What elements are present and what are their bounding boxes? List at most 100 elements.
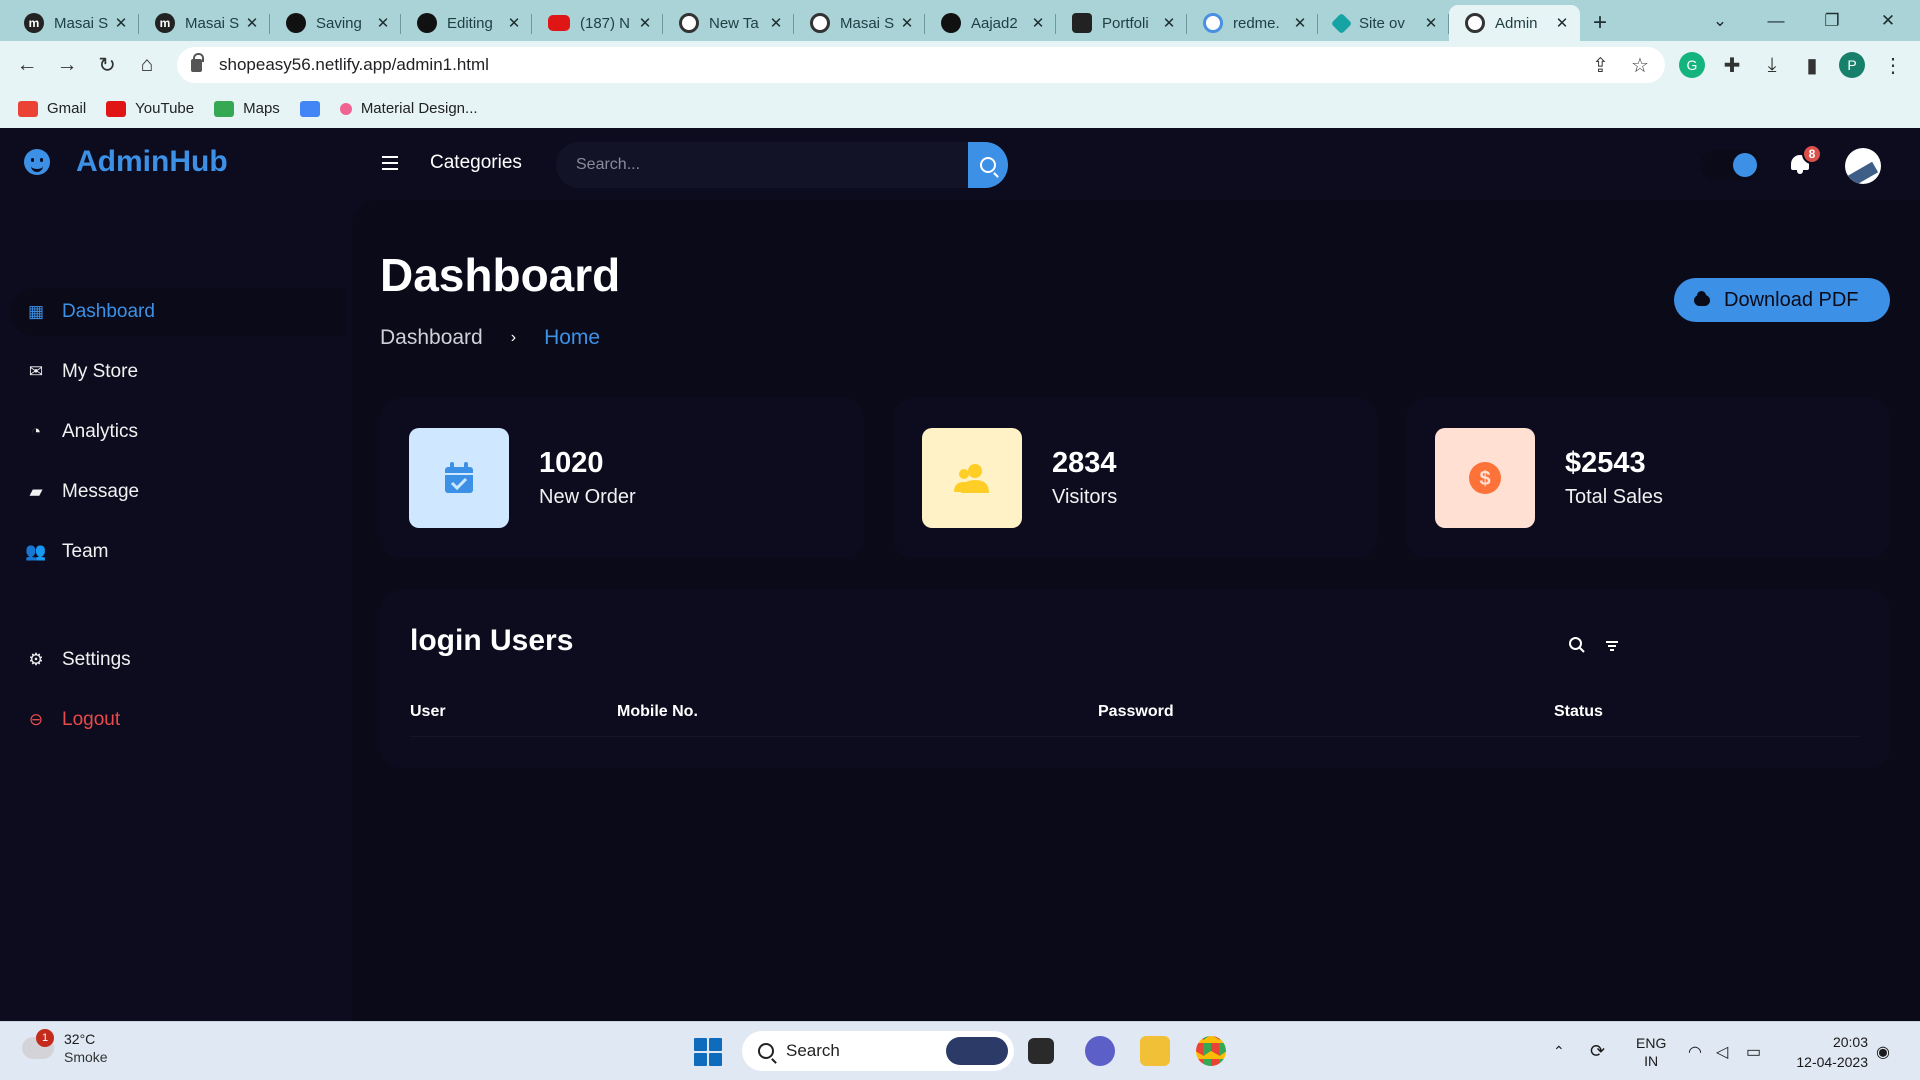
close-window-button[interactable]: ✕: [1860, 0, 1916, 41]
tab-title: Admin: [1495, 14, 1538, 32]
masai-favicon-icon: m: [24, 13, 44, 33]
sidebar-item-my-store[interactable]: ✉ My Store: [10, 348, 350, 396]
profile-avatar[interactable]: P: [1839, 52, 1865, 78]
bookmark-youtube[interactable]: YouTube: [106, 100, 194, 117]
avatar[interactable]: [1845, 148, 1881, 184]
forward-arrow-icon[interactable]: →: [47, 45, 87, 85]
brand[interactable]: AdminHub: [24, 145, 228, 179]
close-icon[interactable]: ✕: [1554, 14, 1570, 32]
browser-tab[interactable]: m Masai S ✕: [139, 5, 270, 41]
show-hidden-icons-chevron-icon[interactable]: ⌃: [1553, 1022, 1565, 1080]
wifi-icon[interactable]: ◠: [1688, 1022, 1702, 1080]
browser-tab[interactable]: Masai S ✕: [794, 5, 925, 41]
gear-icon: ⚙: [28, 650, 44, 669]
chrome-icon[interactable]: [1196, 1036, 1226, 1066]
close-icon[interactable]: ✕: [637, 14, 653, 32]
search-icon: [980, 157, 996, 173]
sync-icon[interactable]: ⟳: [1590, 1022, 1605, 1080]
task-view-icon[interactable]: [1028, 1038, 1054, 1064]
close-icon[interactable]: ✕: [899, 14, 915, 32]
browser-tab[interactable]: Saving ✕: [270, 5, 401, 41]
categories-link[interactable]: Categories: [430, 152, 522, 174]
sidebar-item-logout[interactable]: ⊖ Logout: [10, 696, 350, 744]
column-header-status[interactable]: Status: [1554, 703, 1603, 721]
weather-alert-badge: 1: [36, 1029, 54, 1047]
column-header-user[interactable]: User: [410, 703, 446, 721]
filter-line: [1608, 645, 1616, 647]
kebab-menu-icon[interactable]: ⋮: [1880, 52, 1906, 78]
file-explorer-icon[interactable]: [1140, 1036, 1170, 1066]
close-icon[interactable]: ✕: [113, 14, 129, 32]
browser-tab[interactable]: (187) N ✕: [532, 5, 663, 41]
bookmark-maps[interactable]: Maps: [214, 100, 280, 117]
sidebar: AdminHub ▦ Dashboard ✉ My Store ◔ Analyt…: [0, 128, 350, 1021]
dark-mode-toggle[interactable]: [1700, 150, 1760, 180]
teams-chat-icon[interactable]: [1085, 1036, 1115, 1066]
address-bar-row: ← → ↻ ⌂ shopeasy56.netlify.app/admin1.ht…: [0, 41, 1920, 89]
bookmark-label: YouTube: [135, 100, 195, 117]
close-icon[interactable]: ✕: [1030, 14, 1046, 32]
back-arrow-icon[interactable]: ←: [7, 45, 47, 85]
browser-tab-active[interactable]: Admin ✕: [1449, 5, 1580, 41]
close-icon[interactable]: ✕: [244, 14, 260, 32]
url-field[interactable]: shopeasy56.netlify.app/admin1.html ⇪ ☆: [177, 47, 1665, 83]
close-icon[interactable]: ✕: [768, 14, 784, 32]
new-tab-button[interactable]: +: [1580, 5, 1620, 41]
tab-search-chevron-icon[interactable]: ⌄: [1692, 0, 1748, 41]
sidebar-item-team[interactable]: 👥 Team: [10, 528, 350, 576]
bookmark-apps[interactable]: [299, 100, 320, 117]
speaker-icon[interactable]: ◁: [1716, 1022, 1728, 1080]
extensions-puzzle-icon[interactable]: ✚: [1719, 52, 1745, 78]
reload-icon[interactable]: ↻: [87, 45, 127, 85]
search-form: [556, 142, 1008, 188]
browser-tab[interactable]: Site ov ✕: [1318, 5, 1449, 41]
column-header-mobile[interactable]: Mobile No.: [617, 703, 698, 721]
battery-icon[interactable]: ▭: [1746, 1022, 1761, 1080]
tab-title: Aajad2: [971, 14, 1018, 32]
page-title: Dashboard: [380, 249, 621, 301]
taskbar-search[interactable]: Search: [742, 1031, 1014, 1071]
language-indicator[interactable]: ENG IN: [1636, 1022, 1666, 1080]
browser-tab[interactable]: redme. ✕: [1187, 5, 1318, 41]
system-clock[interactable]: 20:03 12-04-2023: [1784, 1032, 1868, 1072]
grammarly-icon[interactable]: G: [1679, 52, 1705, 78]
notification-center-icon[interactable]: ◉: [1876, 1022, 1890, 1080]
filter-icon[interactable]: [1606, 641, 1618, 651]
star-icon[interactable]: ☆: [1631, 53, 1649, 78]
browser-tab[interactable]: m Masai S ✕: [8, 5, 139, 41]
download-icon[interactable]: ⤓: [1759, 52, 1785, 78]
close-icon[interactable]: ✕: [1161, 14, 1177, 32]
menu-toggle-icon[interactable]: [382, 156, 398, 170]
close-icon[interactable]: ✕: [506, 14, 522, 32]
browser-tab[interactable]: New Ta ✕: [663, 5, 794, 41]
breadcrumb-item[interactable]: Dashboard: [380, 326, 483, 350]
table-search-icon[interactable]: [1568, 636, 1586, 654]
search-input[interactable]: [556, 156, 966, 174]
home-icon[interactable]: ⌂: [127, 45, 167, 85]
download-pdf-button[interactable]: Download PDF: [1674, 278, 1890, 322]
browser-tab[interactable]: Portfoli ✕: [1056, 5, 1187, 41]
bookmarks-bar: Gmail YouTube Maps Material Design...: [0, 89, 1920, 128]
minimize-button[interactable]: —: [1748, 0, 1804, 41]
url-text: shopeasy56.netlify.app/admin1.html: [219, 55, 489, 74]
browser-tab[interactable]: Aajad2 ✕: [925, 5, 1056, 41]
close-icon[interactable]: ✕: [1423, 14, 1439, 32]
close-icon[interactable]: ✕: [1292, 14, 1308, 32]
sidebar-item-dashboard[interactable]: ▦ Dashboard: [10, 288, 346, 336]
sidebar-item-message[interactable]: ▰ Message: [10, 468, 350, 516]
side-panel-icon[interactable]: ▮: [1799, 52, 1825, 78]
share-icon[interactable]: ⇪: [1592, 53, 1609, 78]
weather-widget[interactable]: 1 32°C Smoke: [22, 1029, 108, 1066]
breadcrumb-item-active[interactable]: Home: [544, 326, 600, 350]
close-icon[interactable]: ✕: [375, 14, 391, 32]
windows-start-icon[interactable]: [694, 1038, 722, 1066]
column-header-password[interactable]: Password: [1098, 703, 1174, 721]
bookmark-gmail[interactable]: Gmail: [18, 100, 86, 117]
search-button[interactable]: [968, 142, 1008, 188]
sidebar-item-analytics[interactable]: ◔ Analytics: [10, 408, 350, 456]
clock-time: 20:03: [1832, 1034, 1868, 1050]
sidebar-item-settings[interactable]: ⚙ Settings: [10, 636, 350, 684]
restore-button[interactable]: ❐: [1804, 0, 1860, 41]
browser-tab[interactable]: Editing ✕: [401, 5, 532, 41]
bookmark-material-design[interactable]: Material Design...: [339, 100, 478, 117]
